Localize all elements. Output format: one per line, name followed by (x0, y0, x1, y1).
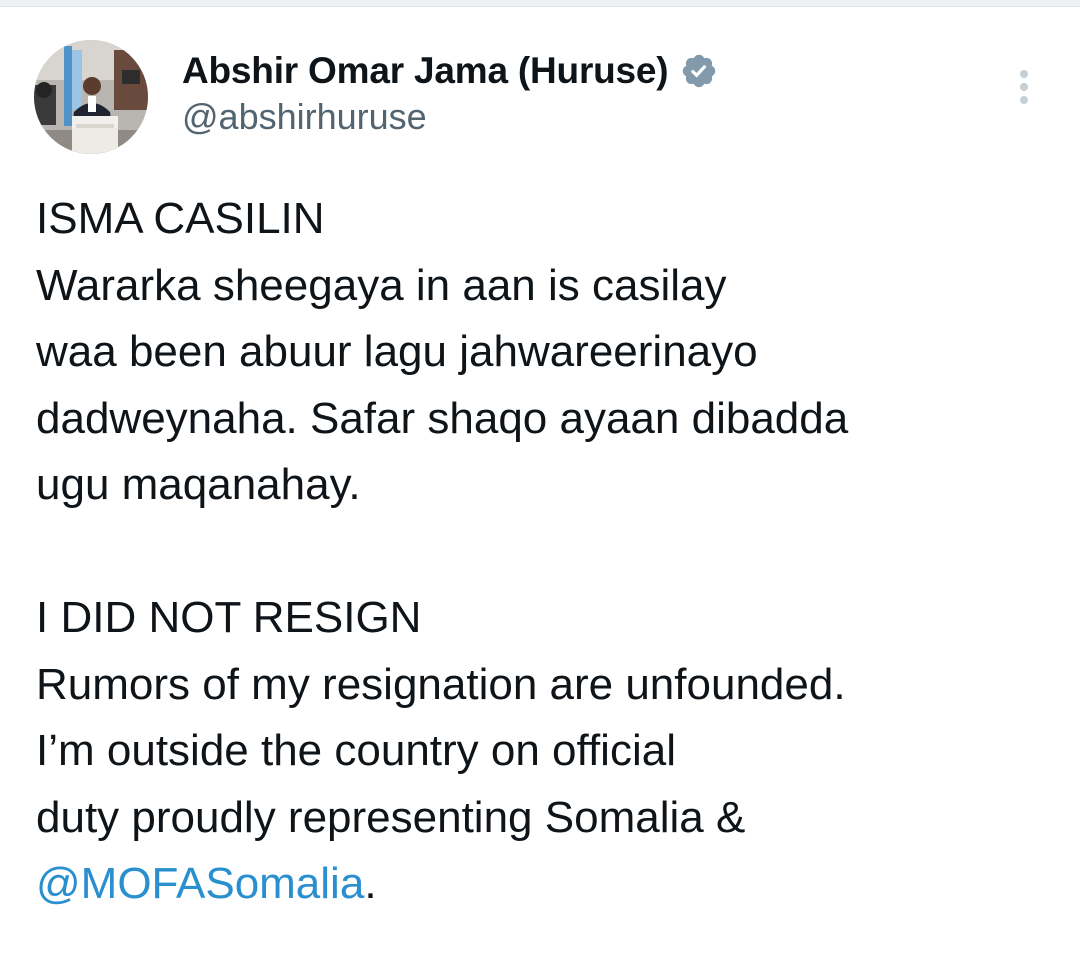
tweet-line: duty proudly representing Somalia & (36, 792, 746, 842)
tweet-line: waa been abuur lagu jahwareerinayo (36, 327, 758, 376)
avatar-photo (34, 40, 148, 154)
tweet-line: Wararka sheegaya in aan is casilay (36, 260, 727, 310)
tweet-text: ISMA CASILIN Wararka sheegaya in aan is … (36, 186, 1056, 918)
author-handle[interactable]: @abshirhuruse (182, 96, 427, 138)
more-dot (1020, 96, 1028, 104)
top-divider (0, 0, 1080, 7)
trailing-punctuation: . (364, 859, 377, 908)
more-dot (1020, 70, 1028, 78)
verified-badge-icon (680, 52, 718, 90)
tweet-line: dadweynaha. Safar shaqo ayaan dibadda (36, 393, 849, 443)
tweet-heading-english: I DID NOT RESIGN (36, 593, 422, 642)
author-display-name[interactable]: Abshir Omar Jama (Huruse) (182, 50, 669, 92)
more-options-icon[interactable] (1004, 62, 1044, 112)
tweet-heading-somali: ISMA CASILIN (36, 194, 325, 243)
more-dot (1020, 83, 1028, 91)
tweet-line: Rumors of my resignation are unfounded. (36, 659, 846, 709)
tweet-line-mention: @MOFASomalia. (36, 851, 1056, 918)
author-name-row: Abshir Omar Jama (Huruse) (182, 46, 718, 96)
tweet-line: I’m outside the country on official (36, 726, 676, 775)
tweet-line: ugu maqanahay. (36, 460, 361, 509)
mention-link[interactable]: @MOFASomalia (36, 859, 364, 908)
avatar[interactable] (34, 40, 148, 154)
